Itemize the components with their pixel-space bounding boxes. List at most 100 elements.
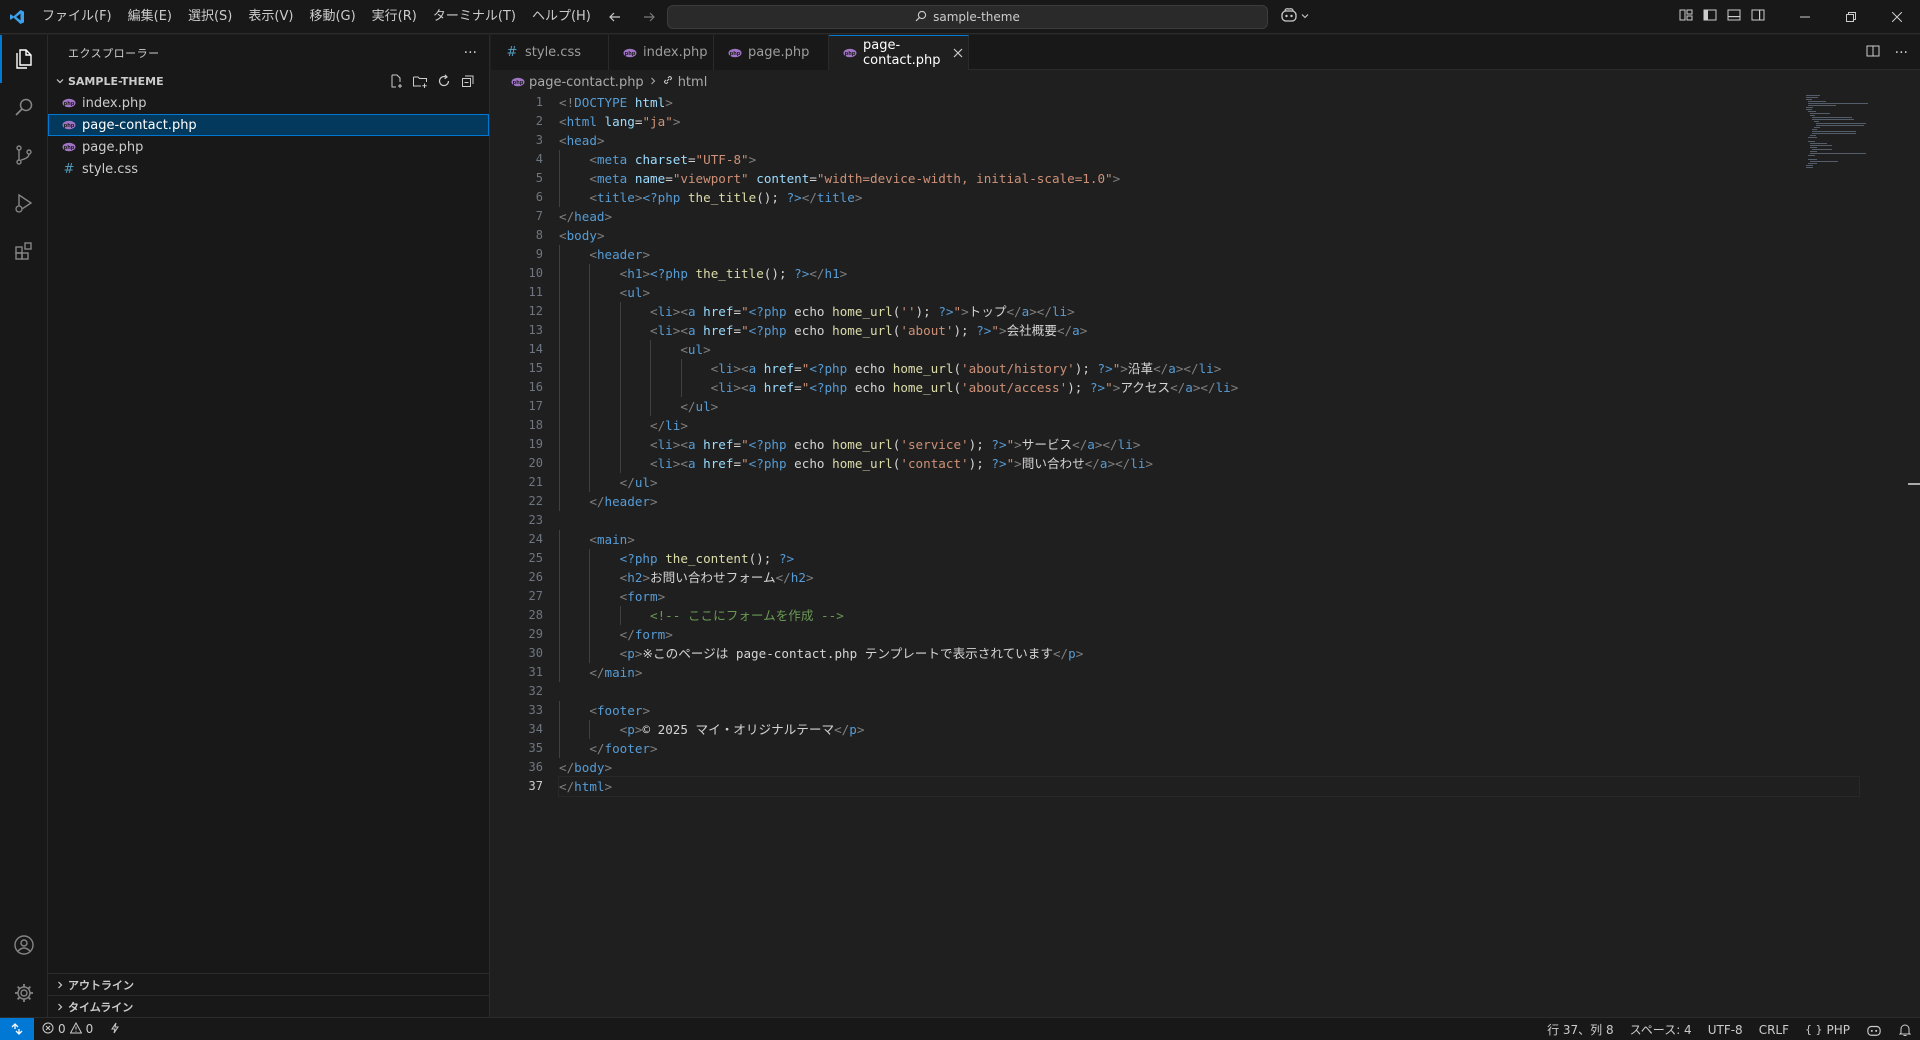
code-line[interactable]: <ul> xyxy=(559,283,1859,302)
breadcrumb-file[interactable]: page-contact.php xyxy=(529,75,644,90)
line-number: 21 xyxy=(528,475,543,489)
outline-section[interactable]: アウトライン xyxy=(48,973,490,995)
code-line[interactable]: <meta charset="UTF-8"> xyxy=(559,150,1859,169)
code-line[interactable]: </footer> xyxy=(559,739,1859,758)
menu-item[interactable]: ファイル(F) xyxy=(34,0,120,34)
code-line[interactable]: <!DOCTYPE html> xyxy=(559,93,1859,112)
close-icon[interactable] xyxy=(953,45,963,61)
new-folder-icon[interactable] xyxy=(411,72,429,90)
code-line[interactable]: </li> xyxy=(559,416,1859,435)
breadcrumb-symbol[interactable]: html xyxy=(678,75,708,90)
toggle-secondary-sidebar-icon[interactable] xyxy=(1750,7,1766,27)
run-debug-icon[interactable] xyxy=(0,179,48,227)
refresh-icon[interactable] xyxy=(435,72,453,90)
code-line[interactable]: <li><a href="<?php echo home_url('about/… xyxy=(559,359,1859,378)
customize-layout-icon[interactable] xyxy=(1678,7,1694,27)
back-arrow-icon[interactable] xyxy=(604,6,626,28)
cursor-position[interactable]: 行 37、列 8 xyxy=(1539,1018,1622,1040)
code-line[interactable]: <p>※このページは page-contact.php テンプレートで表示されて… xyxy=(559,644,1859,663)
code-line[interactable]: <ul> xyxy=(559,340,1859,359)
source-control-icon[interactable] xyxy=(0,131,48,179)
file-item[interactable]: php index.php xyxy=(48,92,489,114)
code-token: > xyxy=(642,247,651,262)
menu-item[interactable]: 編集(E) xyxy=(120,0,180,34)
code-line[interactable]: <p>© 2025 マイ・オリジナルテーマ</p> xyxy=(559,720,1859,739)
menu-item[interactable]: 移動(G) xyxy=(301,0,363,34)
account-icon[interactable] xyxy=(0,921,48,969)
code-line[interactable]: </ul> xyxy=(559,473,1859,492)
tab-page-contact-php[interactable]: php page-contact.php xyxy=(829,35,969,70)
copilot-button[interactable] xyxy=(1280,5,1310,29)
code-line[interactable]: <li><a href="<?php echo home_url('about'… xyxy=(559,321,1859,340)
file-item[interactable]: php page.php xyxy=(48,136,489,158)
tab-style-css[interactable]: # style.css xyxy=(491,35,609,70)
code-line[interactable]: <?php the_content(); ?> xyxy=(559,549,1859,568)
new-file-icon[interactable] xyxy=(387,72,405,90)
code-line[interactable]: <li><a href="<?php echo home_url(''); ?>… xyxy=(559,302,1859,321)
restore-icon[interactable] xyxy=(1828,0,1874,34)
timeline-section[interactable]: タイムライン xyxy=(48,995,490,1017)
code-line[interactable]: <li><a href="<?php echo home_url('about/… xyxy=(559,378,1859,397)
minimize-icon[interactable] xyxy=(1782,0,1828,34)
menu-item[interactable]: ターミナル(T) xyxy=(425,0,524,34)
close-window-icon[interactable] xyxy=(1874,0,1920,34)
extensions-icon[interactable] xyxy=(0,227,48,275)
code-line[interactable]: <h1><?php the_title(); ?></h1> xyxy=(559,264,1859,283)
code-line[interactable]: </head> xyxy=(559,207,1859,226)
menu-item[interactable]: ヘルプ(H) xyxy=(524,0,599,34)
toggle-panel-icon[interactable] xyxy=(1726,7,1742,27)
code-line[interactable]: <main> xyxy=(559,530,1859,549)
remote-indicator-icon[interactable] xyxy=(0,1017,34,1040)
code-line[interactable]: <form> xyxy=(559,587,1859,606)
code-line[interactable]: </form> xyxy=(559,625,1859,644)
tab-page-php[interactable]: php page.php xyxy=(714,35,829,70)
more-actions-icon[interactable]: ··· xyxy=(464,45,477,61)
code-lines[interactable]: <!DOCTYPE html> <html lang="ja"> <head> <m… xyxy=(558,93,1860,797)
code-line[interactable]: </main> xyxy=(559,663,1859,682)
ports-icon[interactable] xyxy=(109,1022,121,1037)
code-line[interactable]: <li><a href="<?php echo home_url('servic… xyxy=(559,435,1859,454)
command-center-search[interactable]: sample-theme xyxy=(667,5,1268,29)
collapse-all-icon[interactable] xyxy=(459,72,477,90)
toggle-primary-sidebar-icon[interactable] xyxy=(1702,7,1718,27)
more-actions-icon[interactable]: ··· xyxy=(1895,45,1908,61)
code-line[interactable]: <footer> xyxy=(559,701,1859,720)
file-item[interactable]: php page-contact.php xyxy=(48,114,489,136)
line-ending[interactable]: CRLF xyxy=(1751,1018,1797,1040)
code-line[interactable] xyxy=(559,511,1859,530)
code-line[interactable] xyxy=(559,682,1859,701)
language-mode[interactable]: { } PHP xyxy=(1797,1018,1858,1040)
settings-gear-icon[interactable] xyxy=(0,969,48,1017)
problems-indicator[interactable]: 0 0 xyxy=(34,1021,121,1037)
minimap[interactable] xyxy=(1806,93,1906,173)
notifications-bell-icon[interactable] xyxy=(1890,1018,1920,1040)
code-line[interactable]: <li><a href="<?php echo home_url('contac… xyxy=(559,454,1859,473)
code-line[interactable]: <title><?php the_title(); ?></title> xyxy=(559,188,1859,207)
menu-item[interactable]: 表示(V) xyxy=(240,0,301,34)
code-line[interactable]: <body> xyxy=(559,226,1859,245)
code-line[interactable]: <html lang="ja"> xyxy=(559,112,1859,131)
menu-item[interactable]: 実行(R) xyxy=(364,0,425,34)
forward-arrow-icon[interactable] xyxy=(638,6,660,28)
code-editor[interactable]: 1 2 3 4 5 6 7 8 9 10 11 12 13 14 15 16 17 18 19 20 21 22 23 24 2… xyxy=(491,93,1920,1017)
code-line[interactable]: <head> xyxy=(559,131,1859,150)
code-line[interactable]: </html> xyxy=(558,776,1860,797)
encoding[interactable]: UTF-8 xyxy=(1700,1018,1751,1040)
code-line[interactable]: </body> xyxy=(559,758,1859,777)
search-icon[interactable] xyxy=(0,83,48,131)
files-icon[interactable] xyxy=(0,35,48,83)
indentation[interactable]: スペース: 4 xyxy=(1622,1018,1700,1040)
code-line[interactable]: <h2>お問い合わせフォーム</h2> xyxy=(559,568,1859,587)
code-line[interactable]: </header> xyxy=(559,492,1859,511)
error-count: 0 xyxy=(58,1022,66,1036)
code-line[interactable]: <header> xyxy=(559,245,1859,264)
code-line[interactable]: <!-- ここにフォームを作成 --> xyxy=(559,606,1859,625)
split-editor-icon[interactable] xyxy=(1865,43,1881,63)
menu-item[interactable]: 選択(S) xyxy=(180,0,240,34)
copilot-status-icon[interactable] xyxy=(1858,1018,1890,1040)
tab-index-php[interactable]: php index.php xyxy=(609,35,714,70)
code-line[interactable]: </ul> xyxy=(559,397,1859,416)
file-item[interactable]: # style.css xyxy=(48,158,489,180)
code-line[interactable]: <meta name="viewport" content="width=dev… xyxy=(559,169,1859,188)
folder-header[interactable]: SAMPLE-THEME xyxy=(48,70,489,92)
